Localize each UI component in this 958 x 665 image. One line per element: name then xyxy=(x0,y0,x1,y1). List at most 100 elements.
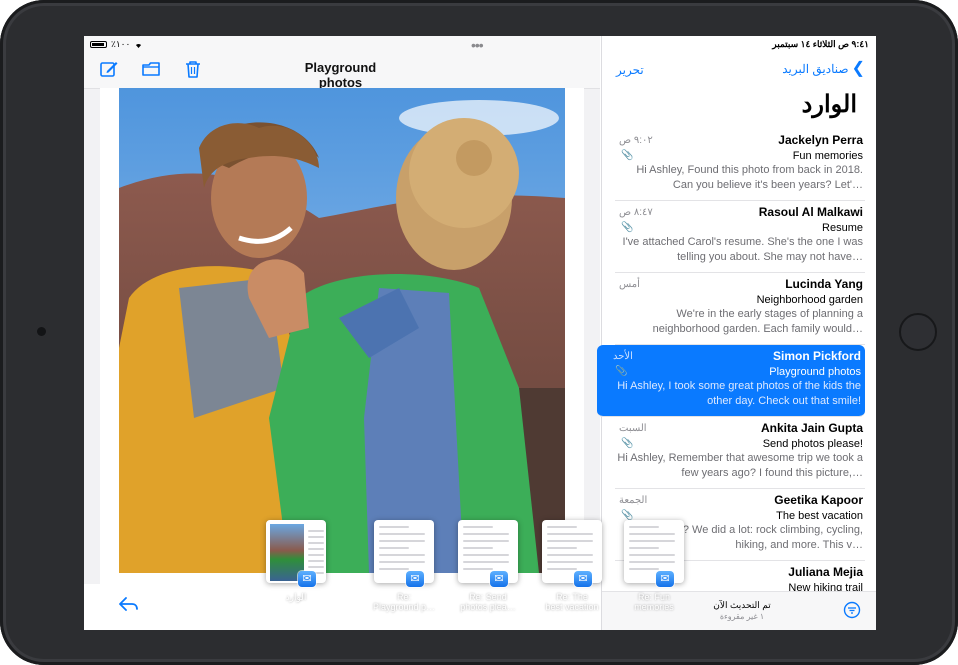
thumbnail-line xyxy=(308,530,324,532)
shelf-window-label: Re: Send photos plea… xyxy=(450,592,526,612)
attachment-icon: 📎 xyxy=(621,222,634,233)
mail-subject: Playground photos xyxy=(769,366,861,378)
shelf-window-label: Re: Fun memories xyxy=(616,592,692,612)
mail-app-icon: ✉ xyxy=(656,571,674,587)
message-title: Playground photos xyxy=(304,60,377,90)
filter-icon[interactable] xyxy=(843,601,861,619)
back-label: صناديق البريد xyxy=(782,62,849,76)
thumbnail-line xyxy=(308,542,324,544)
thumbnail-line xyxy=(379,561,425,563)
shelf-label-line-1: الوارد xyxy=(285,592,307,602)
thumbnail-line xyxy=(379,547,409,549)
mail-list-item[interactable]: Simon Pickford Playground photos Hi Ashley… xyxy=(597,345,865,417)
trash-icon[interactable] xyxy=(182,58,204,80)
shelf-window[interactable] xyxy=(266,520,326,583)
wifi-icon xyxy=(136,43,142,48)
battery-icon xyxy=(90,41,107,48)
mail-list-item[interactable]: Rasoul Al Malkawi Resume I've attached Car… xyxy=(615,201,865,273)
thumbnail-line xyxy=(629,554,675,556)
thumbnail-line xyxy=(463,526,493,528)
thumbnail-line xyxy=(463,533,509,535)
mail-subject: Neighborhood garden xyxy=(756,294,863,306)
mail-time: ٩:٠٢ ص xyxy=(619,135,653,146)
thumbnail-line xyxy=(629,533,675,535)
thumbnail-line xyxy=(463,568,493,570)
shelf-label-line-1: Re: Send xyxy=(469,592,507,602)
thumbnail-line xyxy=(308,548,324,550)
mail-app-icon: ✉ xyxy=(574,571,592,587)
thumbnail-line xyxy=(547,554,593,556)
thumbnail-line xyxy=(379,533,425,535)
status-bar-left: ٪١٠٠ xyxy=(90,39,143,50)
thumbnail-line xyxy=(308,554,324,556)
shelf-window[interactable] xyxy=(624,520,684,583)
thumbnail-line xyxy=(547,568,577,570)
thumbnail-line xyxy=(547,526,577,528)
attachment-icon: 📎 xyxy=(621,438,634,449)
shelf-window-label: الوارد xyxy=(258,592,334,602)
thumbnail-line xyxy=(547,540,593,542)
thumbnail-line xyxy=(379,554,425,556)
playground-photo[interactable] xyxy=(119,88,565,573)
mail-sender: Geetika Kapoor xyxy=(774,493,863,507)
mail-preview: I've attached Carol's resume. She's the … xyxy=(622,236,863,263)
attachment-icon: 📎 xyxy=(615,366,628,377)
mail-list-item[interactable]: Ankita Jain Gupta Send photos please! Hi A… xyxy=(615,417,865,489)
multitasking-dots[interactable]: ••• xyxy=(471,37,484,53)
inbox-title: الوارد xyxy=(801,91,857,118)
mail-preview: We're in the early stages of planning a … xyxy=(652,308,863,335)
shelf-window[interactable] xyxy=(374,520,434,583)
home-button[interactable] xyxy=(899,313,937,351)
thumbnail-line xyxy=(308,560,324,562)
thumbnail-line xyxy=(547,533,593,535)
thumbnail-line xyxy=(547,547,577,549)
shelf-window-label: Re: Playground p… xyxy=(366,592,442,612)
mail-time: ٨:٤٧ ص xyxy=(619,207,653,218)
thumbnail-line xyxy=(629,561,675,563)
thumbnail-line xyxy=(463,540,509,542)
mail-sender: Ankita Jain Gupta xyxy=(760,421,863,435)
mail-list-item[interactable]: Lucinda Yang Neighborhood garden We're in … xyxy=(615,273,865,345)
mail-list-item[interactable]: Jackelyn Perra Fun memories Hi Ashley, Fou… xyxy=(615,129,865,201)
front-camera xyxy=(37,327,46,336)
shelf-label-line-1: Re: The xyxy=(556,592,588,602)
attachment-icon: 📎 xyxy=(621,150,634,161)
thumbnail-line xyxy=(379,568,409,570)
shelf-label-line-1: Re: xyxy=(396,592,411,602)
edit-button[interactable]: تحرير xyxy=(616,63,644,77)
thumbnail-line xyxy=(463,547,493,549)
reply-icon[interactable] xyxy=(118,595,140,613)
thumbnail-line xyxy=(308,566,324,568)
mail-time: الجمعة xyxy=(619,495,648,506)
shelf-window-label: Re: The best vacation xyxy=(534,592,610,612)
mail-app-icon: ✉ xyxy=(406,571,424,587)
mail-sender: Lucinda Yang xyxy=(785,277,863,291)
shelf-window[interactable] xyxy=(542,520,602,583)
thumbnail-line xyxy=(629,568,659,570)
shelf-label-line-1: Re: Fun xyxy=(637,592,670,602)
folder-icon[interactable] xyxy=(140,58,162,80)
mail-subject: Resume xyxy=(822,222,863,234)
thumbnail-line xyxy=(629,526,659,528)
thumbnail-line xyxy=(629,547,659,549)
thumbnail-line xyxy=(308,536,324,538)
shelf-label-line-2: photos plea… xyxy=(460,602,516,612)
thumbnail-line xyxy=(379,540,425,542)
status-bar-right: ٩:٤١ ص الثلاثاء ١٤ سبتمبر xyxy=(772,39,869,49)
shelf-label-line-2: memories xyxy=(634,602,674,612)
mail-sender: Simon Pickford xyxy=(772,349,861,363)
thumbnail-line xyxy=(379,526,409,528)
shelf-window[interactable] xyxy=(458,520,518,583)
compose-icon[interactable] xyxy=(98,58,120,80)
mail-preview: Hi Ashley, Found this photo from back in… xyxy=(636,164,863,191)
battery-percent: ٪١٠٠ xyxy=(111,39,131,49)
window-shelf: ✉ الوارد ✉ Re: Playground p… ✉ Re: Send photos … xyxy=(260,516,690,626)
mail-app-icon: ✉ xyxy=(490,571,508,587)
mail-preview: Hi Ashley, I took some great photos of t… xyxy=(617,380,861,407)
message-toolbar: ٪١٠٠ ••• Playground photos xyxy=(84,36,600,90)
mailboxes-back-button[interactable]: ❯ صناديق البريد xyxy=(782,61,865,77)
thumbnail-line xyxy=(463,554,509,556)
shelf-label-line-2: best vacation xyxy=(545,602,599,612)
mail-preview: Hi Ashley, Remember that awesome trip we… xyxy=(617,452,863,479)
mail-time: الأحد xyxy=(613,351,633,362)
